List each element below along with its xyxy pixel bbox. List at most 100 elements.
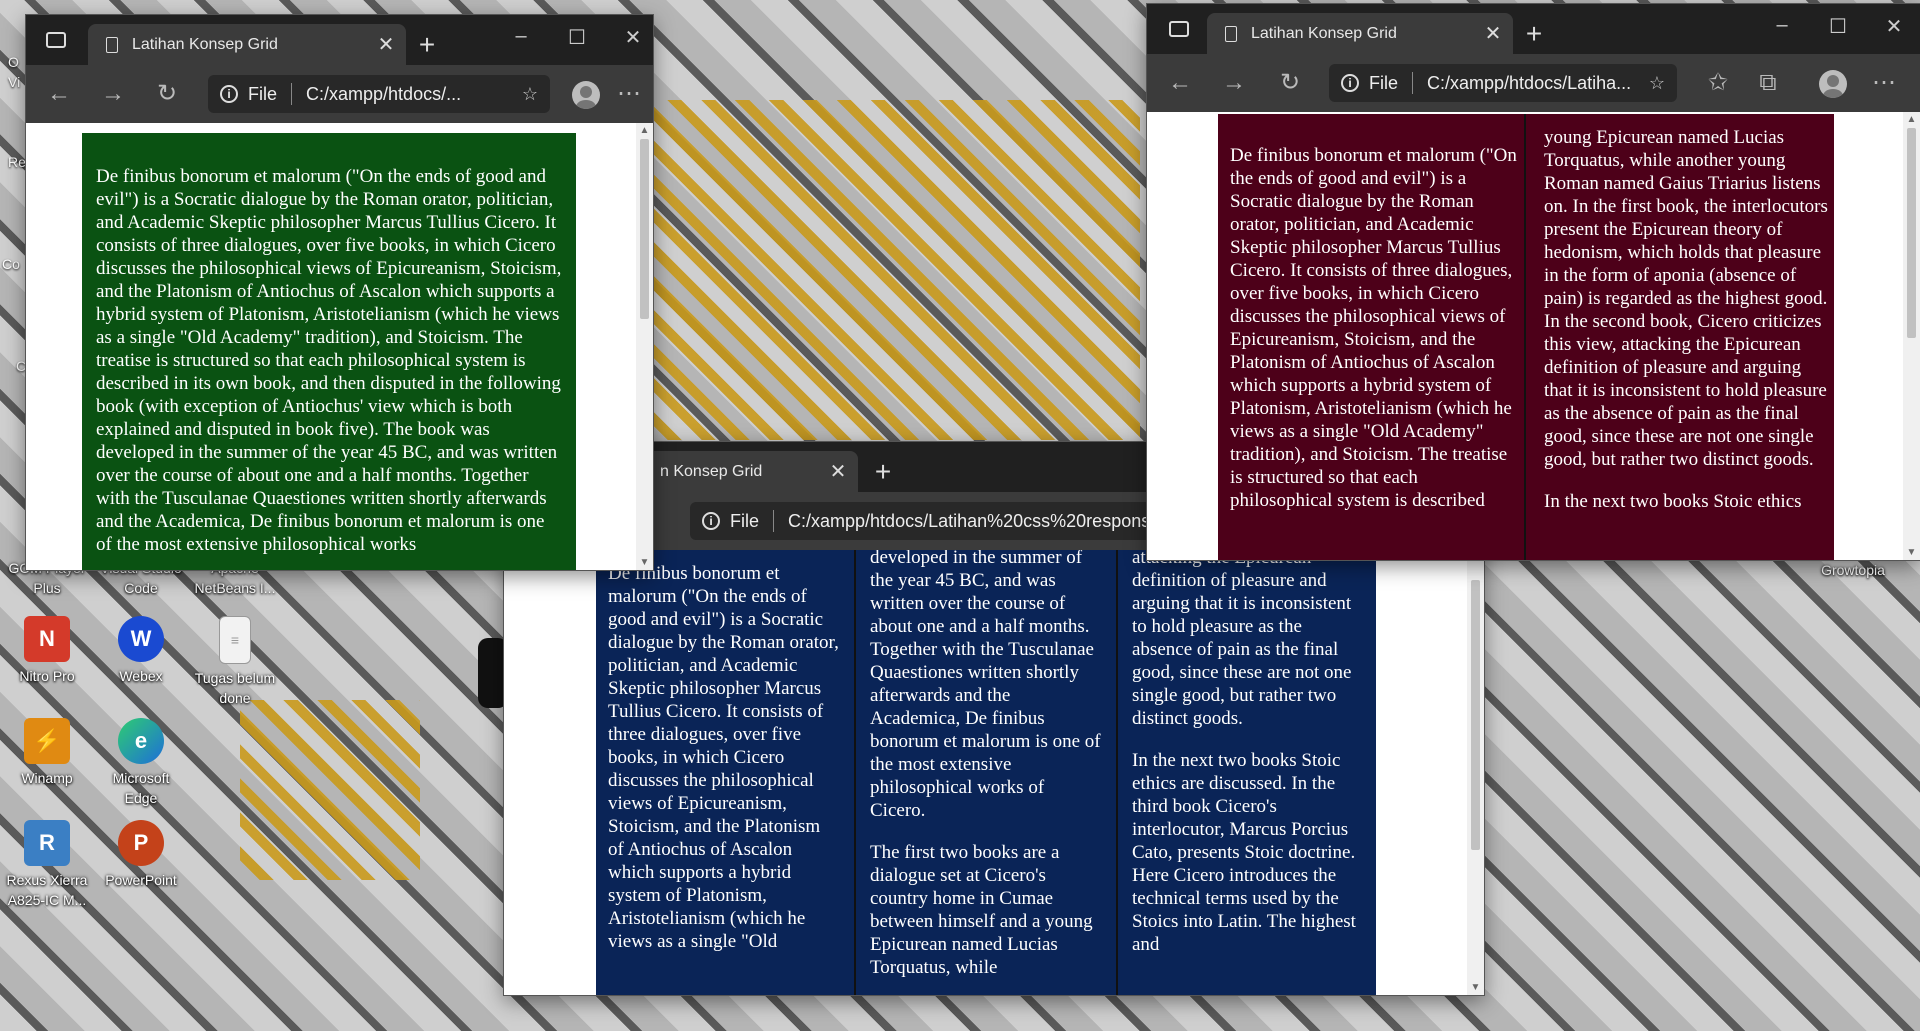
grid-column-3: attacking the Epicurean definition of pl… xyxy=(1132,550,1364,995)
winamp-icon: ⚡ xyxy=(24,718,70,764)
address-url: C:/xampp/htdocs/Latihan%20css%20responsi… xyxy=(788,510,1174,531)
column-text: young Epicurean named Lucias Torquatus, … xyxy=(1544,127,1828,470)
new-tab-button[interactable]: + xyxy=(868,456,898,488)
wallpaper-gold-stripes xyxy=(580,100,1140,440)
scroll-up-arrow[interactable]: ▲ xyxy=(636,125,653,136)
edge-icon: e xyxy=(118,718,164,764)
webex-icon: W xyxy=(118,616,164,662)
nitro-pro-icon: N xyxy=(24,616,70,662)
site-info-icon[interactable]: i xyxy=(702,512,720,530)
page-content: De finibus bonorum et malorum ("On the e… xyxy=(26,123,653,570)
column-text: In the next two books Stoic ethics are d… xyxy=(1132,750,1356,955)
more-menu-icon[interactable]: ⋯ xyxy=(612,79,646,109)
green-content-box: De finibus bonorum et malorum ("On the e… xyxy=(82,133,576,570)
address-url: C:/xampp/htdocs/Latiha... xyxy=(1427,72,1632,93)
back-arrow-icon[interactable]: ← xyxy=(42,79,76,109)
address-separator xyxy=(773,510,775,532)
scrollbar-thumb[interactable] xyxy=(1907,128,1916,338)
favorite-star-icon[interactable]: ☆ xyxy=(522,84,538,105)
desktop-icon-powerpoint[interactable]: P PowerPoint xyxy=(94,820,188,890)
site-info-icon[interactable]: i xyxy=(1341,74,1359,92)
column-text: developed in the summer of the year 45 B… xyxy=(870,550,1101,821)
desktop-icon-fragment[interactable]: O Vi xyxy=(8,52,20,92)
scrollbar-thumb[interactable] xyxy=(1471,580,1480,850)
tab-actions-icon[interactable] xyxy=(1169,21,1189,37)
desktop-icon-fragment[interactable]: Re xyxy=(8,154,26,170)
desktop-icon-growtopia[interactable]: Growtopia xyxy=(1806,560,1900,580)
grid-column-1: De finibus bonorum et malorum ("On the e… xyxy=(608,562,840,995)
tab-active[interactable]: Latihan Konsep Grid ✕ xyxy=(1207,13,1513,54)
column-text: attacking the Epicurean definition of pl… xyxy=(1132,550,1352,729)
refresh-icon[interactable]: ↻ xyxy=(150,79,184,109)
site-info-icon[interactable]: i xyxy=(220,85,238,103)
desktop-icon-fragment[interactable]: Co xyxy=(2,256,20,272)
desktop-icon-rexus-xierra[interactable]: R Rexus Xierra A825-IC M... xyxy=(0,820,94,910)
tab-title: Latihan Konsep Grid xyxy=(132,35,278,53)
minimize-icon[interactable]: – xyxy=(506,25,536,48)
browser-window-right[interactable]: Latihan Konsep Grid ✕ + – ☐ ✕ ← → ↻ i Fi… xyxy=(1147,4,1920,560)
new-tab-button[interactable]: + xyxy=(412,29,442,61)
close-tab-icon[interactable]: ✕ xyxy=(376,32,396,57)
desktop-icon-tugas-belum-done[interactable]: ≡ Tugas belum done xyxy=(188,616,282,708)
maximize-icon[interactable]: ☐ xyxy=(1823,14,1853,39)
column-divider xyxy=(1116,550,1118,995)
address-separator xyxy=(291,83,293,105)
vertical-scrollbar[interactable]: ▲ ▼ xyxy=(1903,112,1920,560)
desktop-icon-microsoft-edge[interactable]: e Microsoft Edge xyxy=(94,718,188,808)
column-text: In the next two books Stoic ethics xyxy=(1544,491,1802,512)
vertical-scrollbar[interactable]: ▼ xyxy=(1467,550,1484,995)
address-separator xyxy=(1412,72,1414,94)
scroll-down-arrow[interactable]: ▼ xyxy=(1467,982,1484,993)
desktop-icon-webex[interactable]: W Webex xyxy=(94,616,188,686)
page-content: De finibus bonorum et malorum ("On the e… xyxy=(504,550,1484,995)
favorite-star-icon[interactable]: ☆ xyxy=(1649,73,1665,94)
refresh-icon[interactable]: ↻ xyxy=(1273,68,1307,98)
profile-avatar-icon[interactable] xyxy=(1819,70,1847,98)
close-tab-icon[interactable]: ✕ xyxy=(828,459,848,484)
grid-container: De finibus bonorum et malorum ("On the e… xyxy=(1218,114,1834,560)
browser-window-left[interactable]: Latihan Konsep Grid ✕ + – ☐ ✕ ← → ↻ i Fi… xyxy=(26,15,653,570)
forward-arrow-icon[interactable]: → xyxy=(1217,68,1251,98)
new-tab-button[interactable]: + xyxy=(1519,18,1549,50)
grid-container: De finibus bonorum et malorum ("On the e… xyxy=(596,550,1376,995)
vertical-scrollbar[interactable]: ▲ ▼ xyxy=(636,123,653,570)
close-window-icon[interactable]: ✕ xyxy=(1879,14,1909,39)
tab-bar: Latihan Konsep Grid ✕ + – ☐ ✕ xyxy=(1147,4,1920,54)
minimize-icon[interactable]: – xyxy=(1767,14,1797,37)
desktop-icon-fragment[interactable]: C xyxy=(16,358,26,374)
column-divider xyxy=(854,550,856,995)
tab-title: Latihan Konsep Grid xyxy=(1251,24,1397,42)
collections-icon[interactable]: ⧉ xyxy=(1751,68,1785,98)
address-url: C:/xampp/htdocs/... xyxy=(306,83,462,104)
scrollbar-thumb[interactable] xyxy=(640,139,649,319)
column-text: De finibus bonorum et malorum ("On the e… xyxy=(1230,145,1517,511)
favorites-icon[interactable]: ✩ xyxy=(1701,68,1735,98)
address-scheme: File xyxy=(248,83,278,104)
close-window-icon[interactable]: ✕ xyxy=(618,25,648,50)
tab-active[interactable]: Latihan Konsep Grid ✕ xyxy=(88,24,406,65)
scroll-down-arrow[interactable]: ▼ xyxy=(1903,547,1920,558)
tab-actions-icon[interactable] xyxy=(46,32,66,48)
grid-column-2: young Epicurean named Lucias Torquatus, … xyxy=(1544,126,1828,560)
column-text: De finibus bonorum et malorum ("On the e… xyxy=(608,563,839,952)
scroll-down-arrow[interactable]: ▼ xyxy=(636,557,653,568)
text-file-icon: ≡ xyxy=(219,616,251,664)
address-bar[interactable]: i File C:/xampp/htdocs/... ☆ xyxy=(208,75,550,113)
profile-avatar-icon[interactable] xyxy=(572,81,600,109)
page-content: De finibus bonorum et malorum ("On the e… xyxy=(1147,112,1920,560)
column-text: The first two books are a dialogue set a… xyxy=(870,842,1093,978)
navigation-toolbar: ← → ↻ i File C:/xampp/htdocs/Latiha... ☆… xyxy=(1147,54,1920,112)
scroll-up-arrow[interactable]: ▲ xyxy=(1903,114,1920,125)
close-tab-icon[interactable]: ✕ xyxy=(1483,21,1503,46)
desktop-icon-nitro-pro[interactable]: N Nitro Pro xyxy=(0,616,94,686)
back-arrow-icon[interactable]: ← xyxy=(1163,68,1197,98)
maximize-icon[interactable]: ☐ xyxy=(562,25,592,50)
forward-arrow-icon[interactable]: → xyxy=(96,79,130,109)
page-icon xyxy=(106,36,118,53)
desktop-icon-winamp[interactable]: ⚡ Winamp xyxy=(0,718,94,788)
address-scheme: File xyxy=(730,510,760,531)
address-scheme: File xyxy=(1369,72,1399,93)
navigation-toolbar: ← → ↻ i File C:/xampp/htdocs/... ☆ ⋯ xyxy=(26,65,653,123)
more-menu-icon[interactable]: ⋯ xyxy=(1867,68,1901,98)
address-bar[interactable]: i File C:/xampp/htdocs/Latiha... ☆ xyxy=(1329,64,1677,102)
